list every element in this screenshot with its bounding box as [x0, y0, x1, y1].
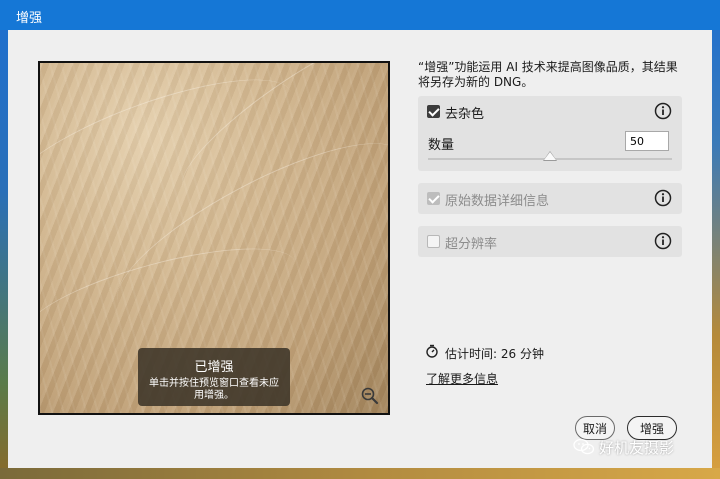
- amount-label: 数量: [428, 138, 455, 153]
- super-resolution-label: 超分辨率: [445, 237, 498, 252]
- watermark-text: 好机友摄影: [599, 438, 675, 457]
- description-text: “增强”功能运用 AI 技术来提高图像品质，其结果将另存为新的 DNG。: [418, 60, 678, 89]
- watermark: 好机友摄影: [573, 436, 674, 458]
- raw-details-label: 原始数据详细信息: [445, 194, 550, 209]
- amount-slider-thumb[interactable]: [544, 152, 556, 160]
- enhanced-overlay: 已增强 单击并按住预览窗口查看未应用增强。: [138, 348, 290, 406]
- title-bar[interactable]: 增强: [0, 0, 720, 30]
- amount-input[interactable]: [625, 131, 669, 151]
- window-title: 增强: [16, 11, 43, 26]
- image-preview[interactable]: 已增强 单击并按住预览窗口查看未应用增强。: [38, 61, 390, 415]
- stopwatch-icon: [426, 344, 438, 358]
- denoise-checkbox[interactable]: [427, 105, 440, 118]
- enhance-dialog: 增强 已增强 单击并按住预览窗口查看未应用增强。 “增强”功能运用 AI 技术来…: [0, 0, 720, 468]
- super-resolution-panel: 超分辨率: [418, 226, 682, 257]
- overlay-hint: 单击并按住预览窗口查看未应用增强。: [149, 378, 279, 401]
- info-icon[interactable]: [654, 189, 672, 207]
- desktop-background-bottom: [0, 468, 720, 479]
- wechat-icon: [573, 438, 595, 455]
- estimated-time: 估计时间: 26 分钟: [445, 347, 544, 361]
- overlay-title: 已增强: [194, 360, 234, 375]
- learn-more-link[interactable]: 了解更多信息: [426, 370, 498, 387]
- zoom-out-icon[interactable]: [360, 386, 380, 406]
- super-resolution-checkbox[interactable]: [427, 235, 440, 248]
- raw-details-checkbox[interactable]: [427, 192, 440, 205]
- raw-details-panel: 原始数据详细信息: [418, 183, 682, 214]
- denoise-label: 去杂色: [445, 107, 485, 122]
- denoise-panel: 去杂色 数量: [418, 96, 682, 171]
- info-icon[interactable]: [654, 232, 672, 250]
- info-icon[interactable]: [654, 102, 672, 120]
